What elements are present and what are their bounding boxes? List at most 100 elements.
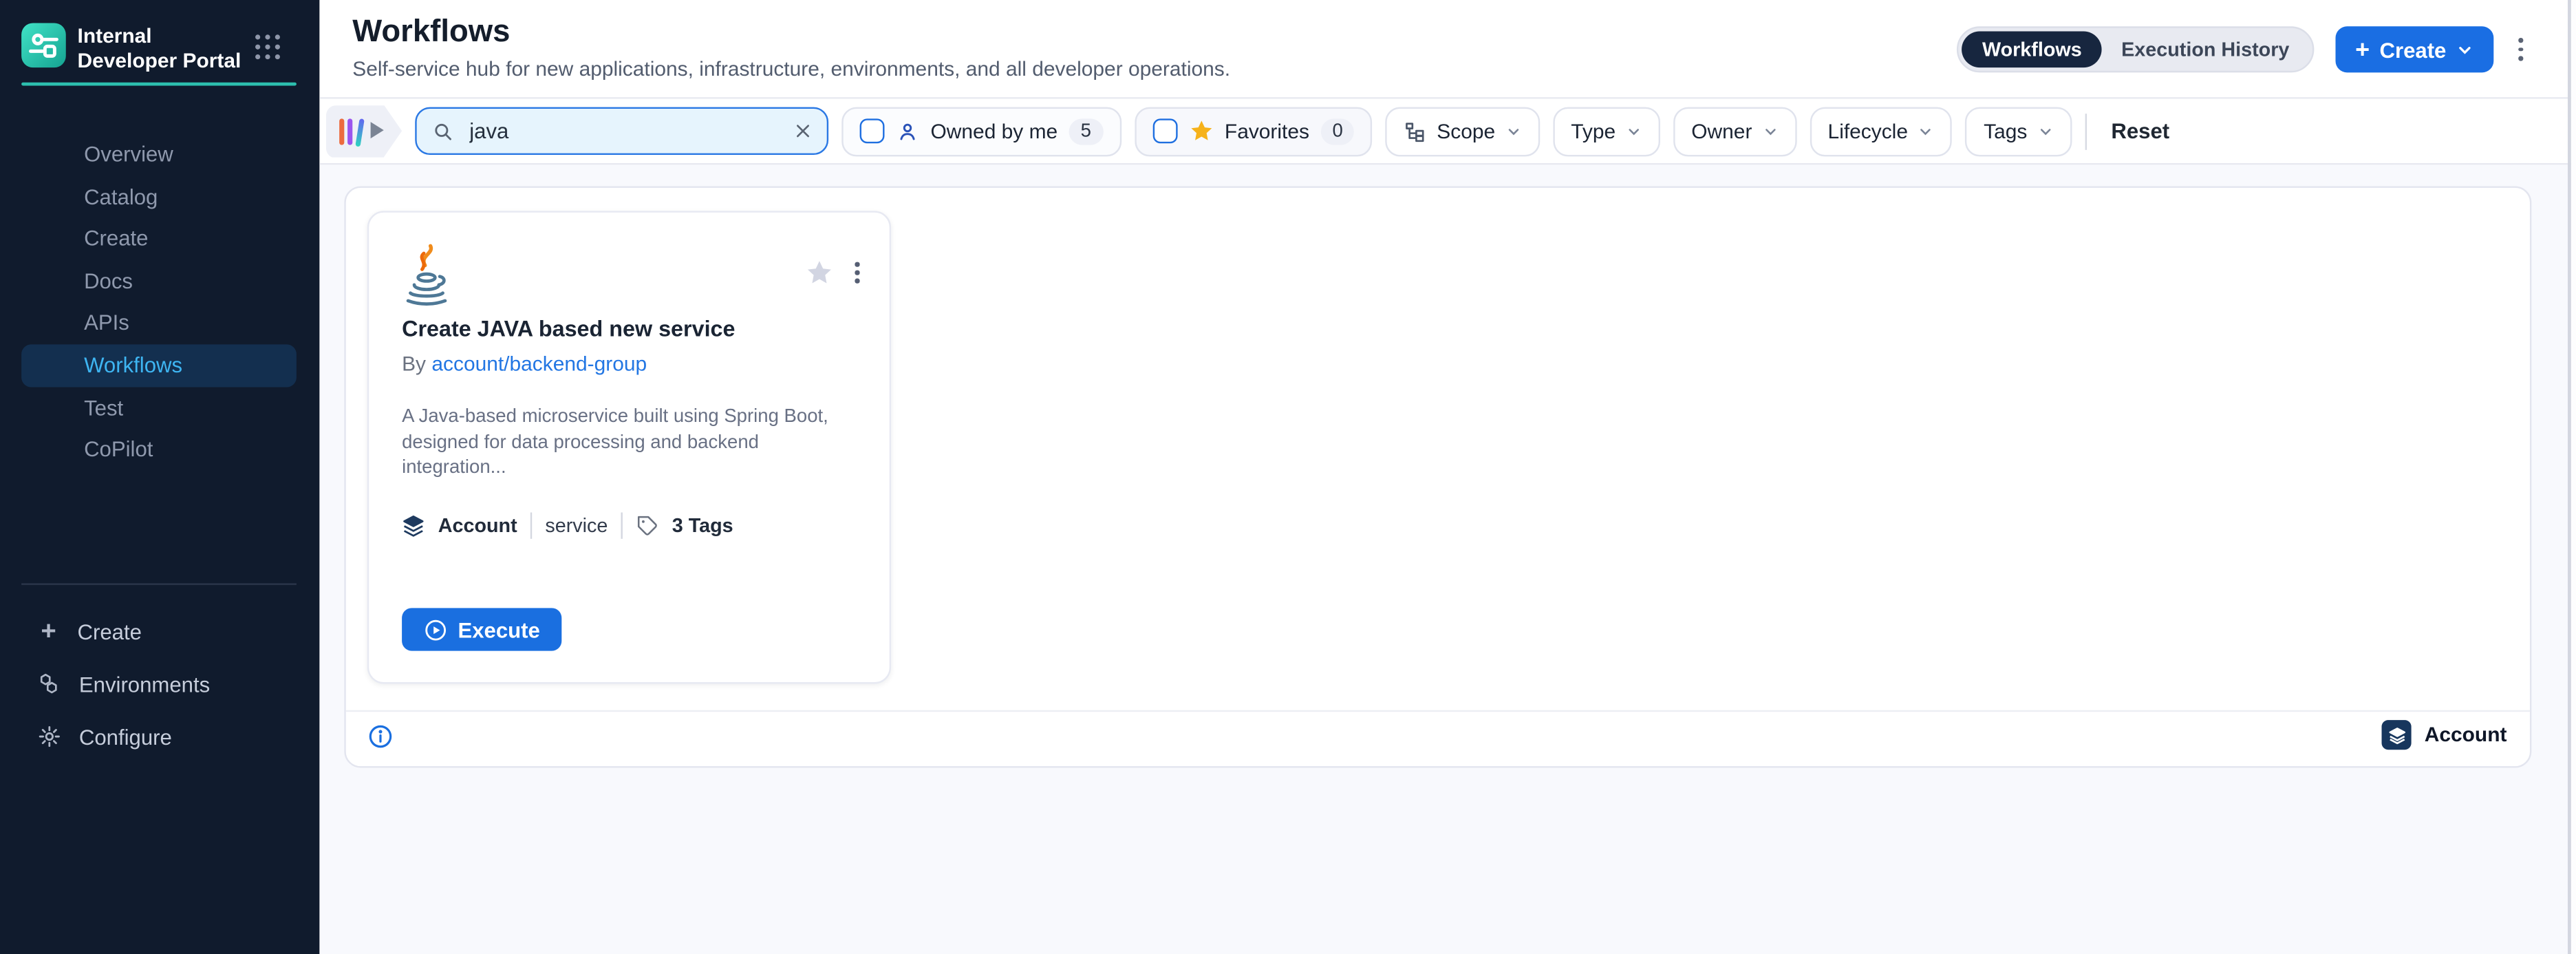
- clear-search-icon[interactable]: [794, 122, 812, 140]
- chevron-down-icon: [1626, 123, 1642, 139]
- view-toggle: Workflows Execution History: [1957, 26, 2314, 72]
- card-type-label: service: [545, 514, 608, 538]
- meta-divider: [530, 512, 532, 538]
- favorites-checkbox[interactable]: [1152, 118, 1177, 143]
- card-title: Create JAVA based new service: [402, 317, 735, 341]
- gear-icon: [38, 725, 61, 748]
- plus-icon: +: [2355, 37, 2370, 62]
- sidebar-accent-divider: [21, 83, 297, 86]
- sidebar-item-apis[interactable]: APIs: [21, 302, 297, 344]
- filter-divider: [2085, 113, 2086, 149]
- sidebar-nav: Overview Catalog Create Docs APIs Workfl…: [0, 134, 319, 471]
- layers-icon: [402, 514, 425, 538]
- sidebar-item-catalog[interactable]: Catalog: [21, 176, 297, 218]
- count-badge: 5: [1069, 118, 1103, 144]
- filter-label: Scope: [1437, 120, 1495, 143]
- meta-divider: [621, 512, 623, 538]
- by-label: By: [402, 352, 426, 376]
- hexagons-icon: [38, 672, 61, 696]
- chevron-down-icon: [1918, 123, 1934, 139]
- apps-grid-icon[interactable]: [255, 34, 280, 59]
- page-header: Workflows Self-service hub for new appli…: [319, 0, 2576, 99]
- filter-label: Type: [1571, 120, 1616, 143]
- sidebar-item-create-bottom[interactable]: + Create: [0, 611, 319, 650]
- sidebar-bottom-nav: + Create Environments: [0, 611, 319, 770]
- sidebar-item-workflows[interactable]: Workflows: [21, 344, 297, 386]
- card-tags-label: 3 Tags: [672, 514, 733, 538]
- java-logo-icon: [402, 242, 451, 312]
- account-label: Account: [2425, 723, 2507, 747]
- card-scope-label: Account: [438, 514, 517, 538]
- tab-execution-history[interactable]: Execution History: [2101, 31, 2309, 67]
- sidebar-item-test[interactable]: Test: [21, 387, 297, 429]
- filter-lifecycle[interactable]: Lifecycle: [1810, 106, 1952, 156]
- sidebar-item-environments[interactable]: Environments: [0, 664, 319, 703]
- card-description: A Java-based microservice built using Sp…: [402, 405, 850, 482]
- filter-label: Lifecycle: [1828, 120, 1908, 143]
- bottom-item-label: Configure: [79, 724, 172, 749]
- chevron-down-icon: [2456, 41, 2474, 59]
- sidebar-item-configure[interactable]: Configure: [0, 717, 319, 756]
- create-button[interactable]: + Create: [2335, 26, 2493, 72]
- sidebar-item-create[interactable]: Create: [21, 218, 297, 259]
- play-circle-icon: [423, 617, 448, 642]
- filter-label: Favorites: [1225, 120, 1309, 143]
- filter-tags[interactable]: Tags: [1966, 106, 2072, 156]
- workflow-card[interactable]: Create JAVA based new service By account…: [367, 211, 891, 683]
- user-icon: [896, 120, 919, 143]
- filter-favorites[interactable]: Favorites 0: [1134, 106, 1373, 156]
- scrollbar[interactable]: [2568, 0, 2571, 954]
- library-bar-gradient: [354, 118, 363, 146]
- create-button-label: Create: [2379, 37, 2446, 62]
- search-box: [415, 107, 828, 155]
- sidebar-item-overview[interactable]: Overview: [21, 134, 297, 176]
- hierarchy-icon: [1404, 120, 1427, 143]
- card-menu-icon[interactable]: [852, 259, 863, 287]
- plus-icon: +: [38, 620, 59, 642]
- layers-icon: [2382, 720, 2412, 750]
- count-badge: 0: [1321, 118, 1355, 144]
- sidebar-divider: [21, 583, 297, 584]
- results-panel: Create JAVA based new service By account…: [344, 187, 2531, 768]
- info-icon[interactable]: [367, 723, 394, 750]
- bottom-item-label: Environments: [79, 671, 210, 696]
- library-badge[interactable]: [326, 105, 402, 158]
- scrollbar-gutter: [2571, 0, 2576, 954]
- filter-owned-by-me[interactable]: Owned by me 5: [841, 106, 1121, 156]
- execute-button[interactable]: Execute: [402, 608, 561, 650]
- sidebar-item-copilot[interactable]: CoPilot: [21, 429, 297, 471]
- filter-bar: Owned by me 5 Favorites 0 Scope Type: [319, 99, 2576, 165]
- sidebar-item-docs[interactable]: Docs: [21, 260, 297, 302]
- owner-link[interactable]: account/backend-group: [431, 352, 647, 376]
- filter-owner[interactable]: Owner: [1673, 106, 1796, 156]
- tab-workflows[interactable]: Workflows: [1962, 31, 2101, 67]
- card-header: [402, 242, 857, 308]
- content-area: Create JAVA based new service By account…: [319, 165, 2576, 954]
- filter-type[interactable]: Type: [1553, 106, 1660, 156]
- filter-label: Owner: [1691, 120, 1752, 143]
- star-icon: [1188, 118, 1213, 143]
- search-input[interactable]: [466, 117, 782, 145]
- search-icon: [431, 120, 455, 143]
- card-meta-row: Account service 3 Tags: [402, 512, 733, 538]
- favorite-star-icon[interactable]: [806, 259, 834, 287]
- chevron-down-icon: [1762, 123, 1779, 139]
- account-badge: Account: [2382, 720, 2507, 750]
- filter-label: Tags: [1984, 120, 2027, 143]
- execute-label: Execute: [458, 617, 539, 642]
- owned-by-me-checkbox[interactable]: [860, 118, 885, 143]
- app-logo-icon: [21, 23, 66, 68]
- page-title: Workflows: [352, 15, 510, 52]
- page-subtitle: Self-service hub for new applications, i…: [352, 58, 1230, 81]
- app-window: Internal Developer Portal Overview Catal…: [0, 0, 2576, 954]
- panel-footer: Account: [346, 710, 2530, 766]
- sidebar: Internal Developer Portal Overview Catal…: [0, 0, 319, 954]
- library-bar-purple: [347, 118, 352, 144]
- header-actions: Workflows Execution History + Create: [1957, 0, 2526, 99]
- tag-icon: [636, 514, 659, 538]
- filter-scope[interactable]: Scope: [1386, 106, 1540, 156]
- kebab-menu-icon[interactable]: [2515, 34, 2526, 64]
- play-arrow-icon: [371, 122, 384, 138]
- reset-button[interactable]: Reset: [2101, 117, 2180, 145]
- chevron-down-icon: [2037, 123, 2054, 139]
